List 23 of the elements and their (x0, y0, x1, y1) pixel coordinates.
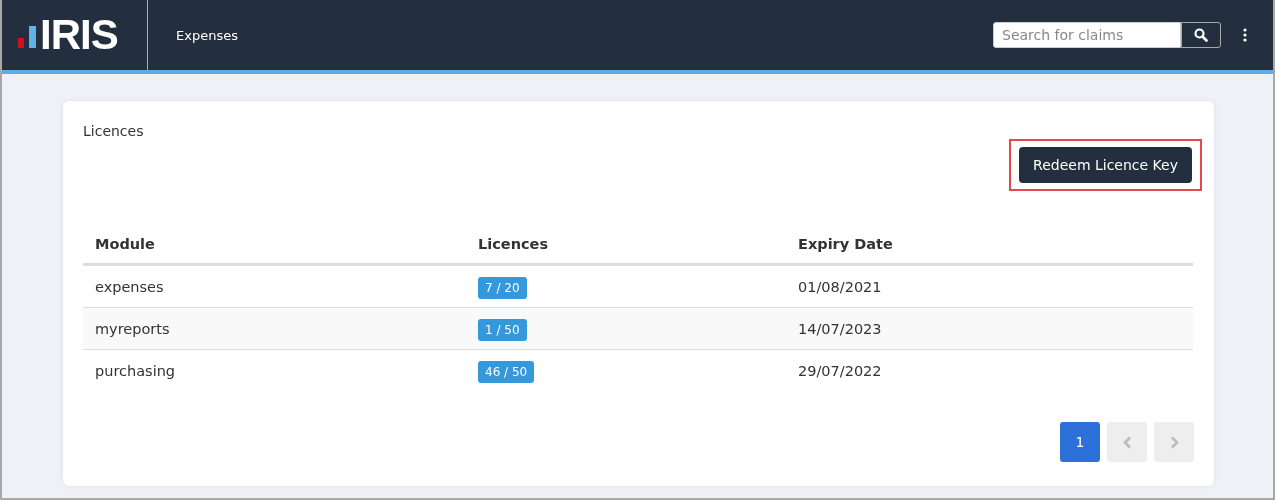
card-title: Licences (83, 123, 144, 139)
kebab-icon (1243, 28, 1247, 42)
chevron-right-icon (1169, 435, 1179, 449)
table-cell: expenses (83, 264, 466, 308)
table-cell: purchasing (83, 349, 466, 391)
table-cell: 01/08/2021 (786, 264, 1193, 308)
table-cell: 29/07/2022 (786, 349, 1193, 391)
table-cell: 14/07/2023 (786, 307, 1193, 350)
column-header: Module (83, 225, 466, 265)
licence-count-badge: 7 / 20 (478, 276, 527, 299)
search-icon (1194, 28, 1208, 42)
page-button[interactable]: 1 (1060, 422, 1100, 462)
table-cell: myreports (83, 307, 466, 350)
redeem-licence-key-button[interactable]: Redeem Licence Key (1019, 147, 1192, 183)
logo[interactable]: IRIS (40, 14, 118, 56)
column-header: Licences (466, 225, 786, 265)
licence-count-badge: 1 / 50 (478, 318, 527, 341)
nav-title[interactable]: Expenses (176, 27, 238, 43)
search-field[interactable]: Search for claims (993, 22, 1181, 48)
licence-count-badge: 46 / 50 (478, 360, 535, 383)
column-header: Expiry Date (786, 225, 1193, 265)
search-button[interactable] (1181, 22, 1221, 48)
chevron-left-icon (1122, 435, 1132, 449)
